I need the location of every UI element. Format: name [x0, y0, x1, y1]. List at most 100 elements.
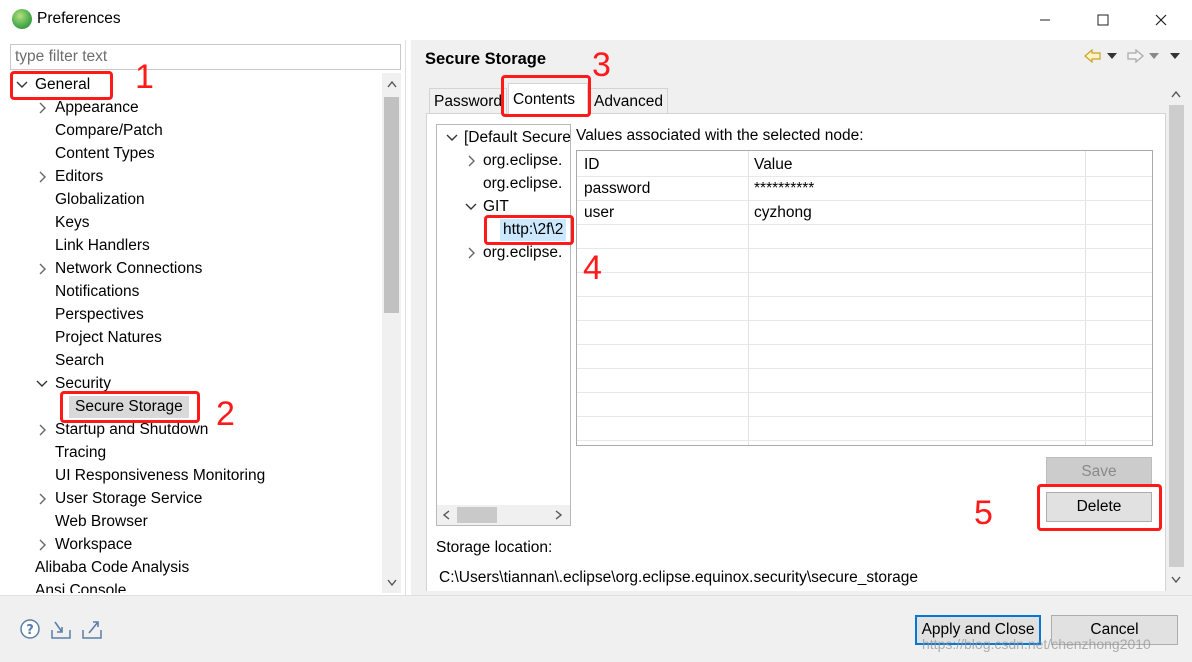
- storage-node-eclipse-3[interactable]: org.eclipse.: [437, 242, 570, 264]
- scroll-down-icon[interactable]: [1166, 569, 1185, 589]
- preferences-tree[interactable]: General Appearance Compare/Patch Content…: [10, 73, 382, 593]
- tree-item-workspace[interactable]: Workspace: [10, 534, 380, 556]
- close-icon[interactable]: [1138, 6, 1184, 34]
- table-row-empty: [577, 345, 1152, 369]
- tree-item-label: Tracing: [55, 444, 107, 461]
- tree-item-label: Project Natures: [55, 329, 162, 346]
- chevron-right-icon[interactable]: [37, 97, 49, 119]
- scroll-left-icon[interactable]: [437, 505, 456, 525]
- export-icon[interactable]: [81, 618, 103, 640]
- dropdown-icon[interactable]: [1149, 47, 1159, 65]
- storage-node-eclipse-1[interactable]: org.eclipse.: [437, 150, 570, 172]
- tree-item-user-storage-service[interactable]: User Storage Service: [10, 488, 380, 510]
- tab-password[interactable]: Password: [429, 88, 508, 114]
- tree-item-label: Search: [55, 352, 105, 369]
- annotation-box-3: [501, 75, 591, 117]
- scroll-right-icon[interactable]: [549, 505, 568, 525]
- pane-divider[interactable]: [405, 40, 406, 596]
- title-bar: [0, 0, 1192, 38]
- chevron-right-icon[interactable]: [466, 242, 478, 264]
- chevron-right-icon[interactable]: [37, 534, 49, 556]
- help-icon[interactable]: ?: [19, 618, 41, 640]
- tree-item-compare-patch[interactable]: Compare/Patch: [10, 120, 380, 142]
- scroll-up-icon[interactable]: [382, 74, 401, 94]
- import-icon[interactable]: [50, 618, 72, 640]
- values-label: Values associated with the selected node…: [576, 127, 864, 144]
- tree-item-tracing[interactable]: Tracing: [10, 442, 380, 464]
- dropdown-icon[interactable]: [1107, 47, 1117, 65]
- storage-node-default[interactable]: [Default Secure: [437, 127, 571, 149]
- chevron-right-icon[interactable]: [37, 419, 49, 441]
- tree-item-link-handlers[interactable]: Link Handlers: [10, 235, 380, 257]
- chevron-right-icon[interactable]: [37, 166, 49, 188]
- table-row-empty: [577, 225, 1152, 249]
- values-table[interactable]: ID Value password ********** user cyzhon…: [576, 150, 1153, 446]
- tree-item-label: [Default Secure: [464, 129, 571, 146]
- tree-item-appearance[interactable]: Appearance: [10, 97, 380, 119]
- view-menu-icon[interactable]: [1170, 47, 1180, 65]
- tree-item-label: org.eclipse.: [483, 152, 563, 169]
- minimize-icon[interactable]: [1022, 6, 1068, 34]
- table-row-empty: [577, 417, 1152, 441]
- tree-item-label: Editors: [55, 168, 104, 185]
- table-row[interactable]: password **********: [577, 177, 1152, 201]
- table-row[interactable]: user cyzhong: [577, 201, 1152, 225]
- table-cell-value: **********: [754, 180, 815, 197]
- storage-path: C:\Users\tiannan\.eclipse\org.eclipse.eq…: [439, 569, 919, 586]
- tree-item-ui-responsiveness[interactable]: UI Responsiveness Monitoring: [10, 465, 380, 487]
- svg-text:?: ?: [26, 623, 34, 638]
- tree-item-label: Globalization: [55, 191, 145, 208]
- tree-item-label: Web Browser: [55, 513, 148, 530]
- chevron-down-icon[interactable]: [36, 373, 48, 395]
- column-header-id[interactable]: ID: [584, 153, 600, 177]
- save-button[interactable]: Save: [1046, 457, 1152, 487]
- tab-label: Advanced: [594, 93, 663, 110]
- tab-advanced[interactable]: Advanced: [589, 88, 668, 114]
- tree-item-project-natures[interactable]: Project Natures: [10, 327, 380, 349]
- column-header-value[interactable]: Value: [754, 153, 793, 177]
- storage-tree-hscroll-thumb[interactable]: [457, 507, 497, 523]
- page-scrollbar-thumb[interactable]: [1169, 105, 1184, 567]
- tree-item-search[interactable]: Search: [10, 350, 380, 372]
- tree-item-label: org.eclipse.: [483, 244, 563, 261]
- tree-item-label: Network Connections: [55, 260, 203, 277]
- tree-item-keys[interactable]: Keys: [10, 212, 380, 234]
- storage-tree[interactable]: [Default Secure org.eclipse. org.eclipse…: [436, 124, 571, 526]
- maximize-icon[interactable]: [1080, 6, 1126, 34]
- tree-item-network-connections[interactable]: Network Connections: [10, 258, 380, 280]
- chevron-right-icon[interactable]: [37, 488, 49, 510]
- tree-item-label: UI Responsiveness Monitoring: [55, 467, 266, 484]
- tree-item-label: Link Handlers: [55, 237, 150, 254]
- chevron-right-icon[interactable]: [466, 150, 478, 172]
- tree-item-notifications[interactable]: Notifications: [10, 281, 380, 303]
- tree-item-content-types[interactable]: Content Types: [10, 143, 380, 165]
- annotation-box-2: [60, 391, 200, 423]
- filter-input[interactable]: [10, 44, 401, 70]
- tree-item-label: User Storage Service: [55, 490, 203, 507]
- watermark: https://blog.csdn.net/chenzhong2010: [922, 636, 1151, 652]
- tree-scrollbar-thumb[interactable]: [384, 97, 399, 313]
- tab-label: Password: [434, 93, 503, 110]
- tree-item-editors[interactable]: Editors: [10, 166, 380, 188]
- table-row-empty: [577, 393, 1152, 417]
- tree-item-label: Ansi Console: [35, 582, 127, 593]
- tree-item-perspectives[interactable]: Perspectives: [10, 304, 380, 326]
- tree-item-label: Appearance: [55, 99, 139, 116]
- chevron-right-icon[interactable]: [37, 258, 49, 280]
- scroll-up-icon[interactable]: [1166, 84, 1185, 104]
- table-row-empty: [577, 297, 1152, 321]
- storage-node-eclipse-2[interactable]: org.eclipse.: [437, 173, 570, 195]
- table-row-empty: [577, 369, 1152, 393]
- tree-item-ansi-console[interactable]: Ansi Console: [10, 580, 380, 593]
- tree-item-globalization[interactable]: Globalization: [10, 189, 380, 211]
- table-cell-id: password: [584, 180, 651, 197]
- tree-item-alibaba-code-analysis[interactable]: Alibaba Code Analysis: [10, 557, 380, 579]
- forward-icon[interactable]: [1126, 47, 1144, 65]
- chevron-down-icon[interactable]: [446, 127, 458, 149]
- chevron-down-icon[interactable]: [465, 196, 477, 218]
- back-icon[interactable]: [1084, 47, 1102, 65]
- tree-item-web-browser[interactable]: Web Browser: [10, 511, 380, 533]
- scroll-down-icon[interactable]: [382, 572, 401, 592]
- save-label: Save: [1081, 463, 1117, 480]
- tree-item-label: org.eclipse.: [483, 175, 563, 192]
